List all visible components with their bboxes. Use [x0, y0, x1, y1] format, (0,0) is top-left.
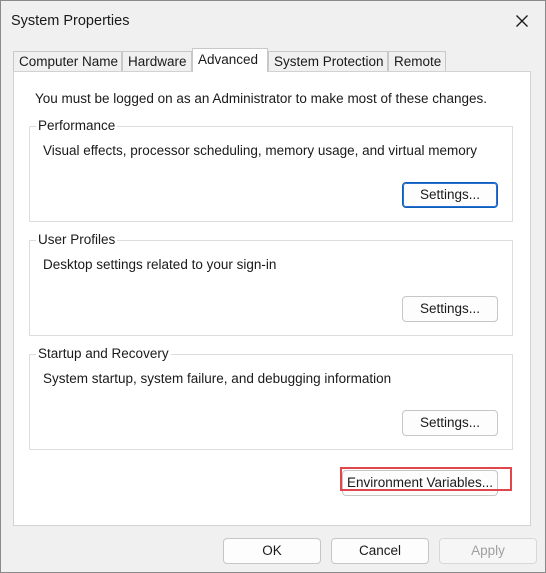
title-bar[interactable]: System Properties [1, 1, 545, 41]
performance-group-title: Performance [36, 118, 118, 134]
user-profiles-description: Desktop settings related to your sign-in [43, 257, 277, 272]
startup-recovery-settings-button[interactable]: Settings... [402, 410, 498, 436]
close-button[interactable] [505, 5, 539, 37]
admin-notice: You must be logged on as an Administrato… [35, 91, 488, 106]
user-profiles-group-title: User Profiles [36, 232, 118, 248]
tab-computer-name[interactable]: Computer Name [13, 51, 122, 71]
tab-system-protection[interactable]: System Protection [268, 51, 388, 71]
performance-settings-button[interactable]: Settings... [402, 182, 498, 208]
cancel-button[interactable]: Cancel [331, 538, 429, 564]
close-icon [516, 15, 528, 27]
performance-group: Performance Visual effects, processor sc… [29, 118, 513, 222]
window-title: System Properties [11, 13, 130, 29]
tab-remote[interactable]: Remote [388, 51, 446, 71]
performance-description: Visual effects, processor scheduling, me… [43, 143, 477, 158]
system-properties-window: System Properties Computer Name Hardware… [0, 0, 546, 573]
advanced-tab-panel: You must be logged on as an Administrato… [13, 71, 531, 526]
tab-advanced[interactable]: Advanced [192, 48, 268, 72]
ok-button[interactable]: OK [223, 538, 321, 564]
startup-recovery-group-title: Startup and Recovery [36, 346, 171, 362]
user-profiles-settings-button[interactable]: Settings... [402, 296, 498, 322]
user-profiles-group: User Profiles Desktop settings related t… [29, 232, 513, 336]
startup-recovery-description: System startup, system failure, and debu… [43, 371, 392, 386]
startup-recovery-group: Startup and Recovery System startup, sys… [29, 346, 513, 450]
apply-button[interactable]: Apply [439, 538, 537, 564]
environment-variables-button[interactable]: Environment Variables... [342, 470, 498, 496]
tab-hardware[interactable]: Hardware [122, 51, 192, 71]
